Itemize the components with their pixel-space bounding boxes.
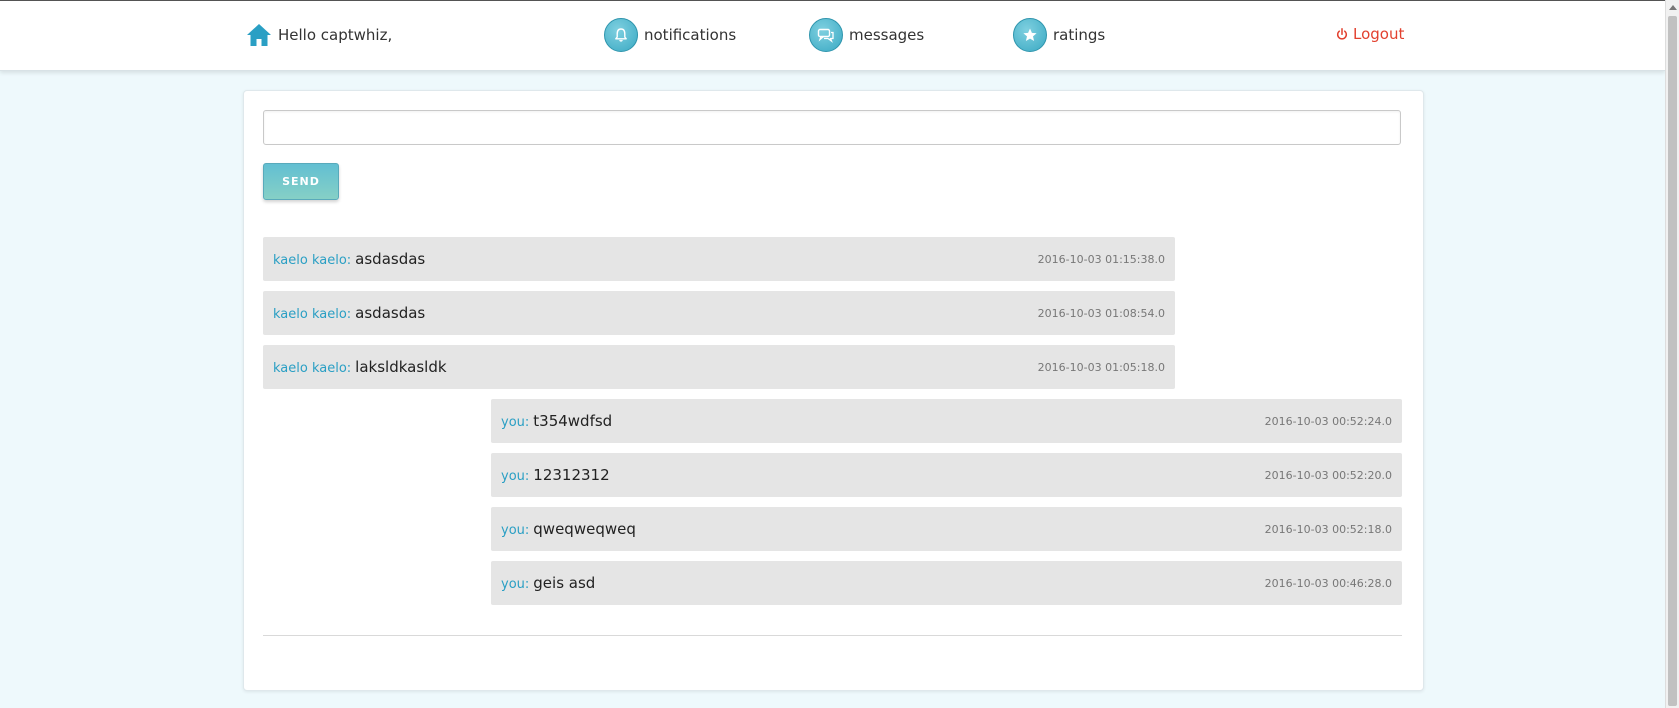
- message-timestamp: 2016-10-03 01:15:38.0: [1037, 252, 1165, 266]
- nav-notifications-label: notifications: [644, 26, 737, 44]
- message-text: 12312312: [533, 466, 610, 484]
- message-timestamp: 2016-10-03 00:46:28.0: [1264, 576, 1392, 590]
- chat-panel: SEND kaelo kaelo: asdasdas 2016-10-03 01:1…: [243, 90, 1424, 691]
- message-timestamp: 2016-10-03 01:05:18.0: [1037, 360, 1165, 374]
- message-text: t354wdfsd: [533, 412, 613, 430]
- bell-icon: [604, 18, 638, 52]
- message-row: you: t354wdfsd 2016-10-03 00:52:24.0: [491, 399, 1402, 443]
- message-content: kaelo kaelo: asdasdas: [273, 250, 425, 268]
- home-link[interactable]: Hello captwhiz,: [246, 23, 392, 47]
- scroll-up-arrow-icon[interactable]: [1669, 5, 1677, 10]
- message-content: kaelo kaelo: asdasdas: [273, 304, 425, 322]
- message-sender: you:: [501, 523, 530, 538]
- logout-label: Logout: [1353, 25, 1405, 43]
- message-sender: kaelo kaelo:: [273, 253, 352, 268]
- nav-messages-label: messages: [849, 26, 925, 44]
- message-sender: kaelo kaelo:: [273, 307, 352, 322]
- send-button[interactable]: SEND: [263, 163, 339, 200]
- divider: [263, 635, 1402, 636]
- message-row: kaelo kaelo: asdasdas 2016-10-03 01:15:38.…: [263, 237, 1175, 281]
- message-row: you: qweqweqweq 2016-10-03 00:52:18.0: [491, 507, 1402, 551]
- home-icon: [247, 24, 271, 46]
- chat-bubbles-icon: [809, 18, 843, 52]
- message-timestamp: 2016-10-03 00:52:18.0: [1264, 522, 1392, 536]
- message-content: you: qweqweqweq: [501, 520, 636, 538]
- message-content: kaelo kaelo: laksldkasldk: [273, 358, 447, 376]
- message-content: you: t354wdfsd: [501, 412, 612, 430]
- logout-link[interactable]: Logout: [1336, 25, 1404, 43]
- power-icon: [1336, 27, 1348, 40]
- top-navbar: Hello captwhiz, notifications messages r…: [0, 1, 1665, 71]
- message-timestamp: 2016-10-03 00:52:20.0: [1264, 468, 1392, 482]
- nav-notifications[interactable]: notifications: [604, 18, 736, 52]
- message-row: kaelo kaelo: laksldkasldk 2016-10-03 01:05…: [263, 345, 1175, 389]
- message-text: qweqweqweq: [533, 520, 636, 538]
- message-sender: you:: [501, 577, 530, 592]
- message-content: you: geis asd: [501, 574, 595, 592]
- scrollbar-thumb[interactable]: [1668, 16, 1677, 706]
- message-text: geis asd: [533, 574, 596, 592]
- nav-ratings-label: ratings: [1053, 26, 1106, 44]
- message-text: asdasdas: [355, 250, 426, 268]
- message-row: kaelo kaelo: asdasdas 2016-10-03 01:08:54.…: [263, 291, 1175, 335]
- message-text: asdasdas: [355, 304, 426, 322]
- message-timestamp: 2016-10-03 00:52:24.0: [1264, 414, 1392, 428]
- message-input[interactable]: [263, 110, 1401, 145]
- nav-messages[interactable]: messages: [809, 18, 924, 52]
- message-sender: you:: [501, 469, 530, 484]
- star-icon: [1013, 18, 1047, 52]
- message-row: you: geis asd 2016-10-03 00:46:28.0: [491, 561, 1402, 605]
- message-text: laksldkasldk: [355, 358, 447, 376]
- message-sender: kaelo kaelo:: [273, 361, 352, 376]
- message-timestamp: 2016-10-03 01:08:54.0: [1037, 306, 1165, 320]
- page-scrollbar[interactable]: [1665, 0, 1679, 708]
- message-row: you: 12312312 2016-10-03 00:52:20.0: [491, 453, 1402, 497]
- nav-ratings[interactable]: ratings: [1013, 18, 1105, 52]
- message-sender: you:: [501, 415, 530, 430]
- greeting-text: Hello captwhiz,: [278, 26, 393, 44]
- message-content: you: 12312312: [501, 466, 610, 484]
